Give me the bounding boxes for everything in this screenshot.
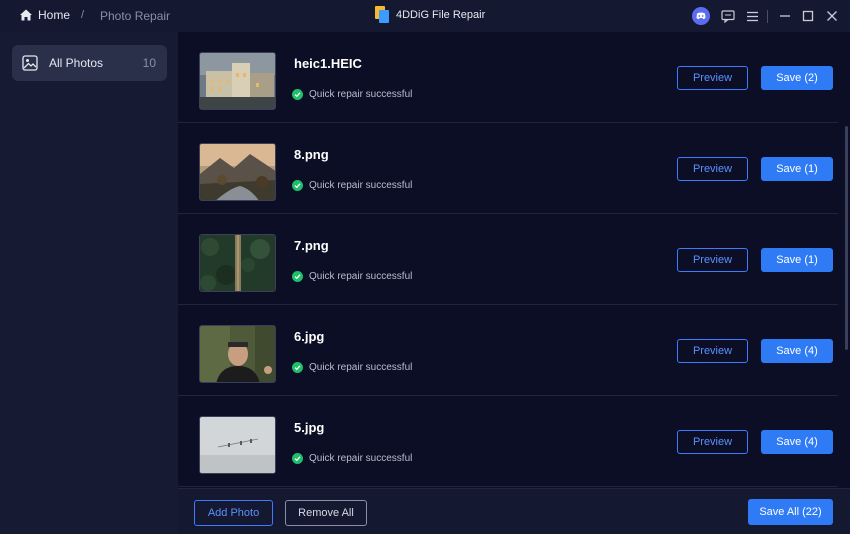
check-circle-icon (292, 271, 303, 282)
file-name: 8.png (294, 147, 329, 162)
minimize-icon[interactable] (776, 7, 794, 25)
file-name: 6.jpg (294, 329, 325, 344)
sidebar-item-count: 10 (142, 56, 156, 70)
save-button[interactable]: Save (1) (761, 248, 833, 272)
file-name: 5.jpg (294, 420, 325, 435)
preview-button[interactable]: Preview (677, 66, 748, 90)
home-icon (20, 9, 32, 21)
check-circle-icon (292, 180, 303, 191)
check-circle-icon (292, 362, 303, 373)
remove-all-button[interactable]: Remove All (285, 500, 367, 526)
repair-status-text: Quick repair successful (309, 362, 413, 373)
preview-button[interactable]: Preview (677, 157, 748, 181)
file-row: 7.png Quick repair successful Preview Sa… (178, 214, 838, 305)
save-button[interactable]: Save (1) (761, 157, 833, 181)
repair-status: Quick repair successful (292, 362, 412, 373)
repair-status: Quick repair successful (292, 89, 412, 100)
breadcrumb-home[interactable]: Home (19, 8, 70, 22)
discord-icon[interactable] (692, 7, 710, 25)
save-button[interactable]: Save (4) (761, 339, 833, 363)
file-row: 5.jpg Quick repair successful Preview Sa… (178, 396, 838, 487)
thumbnail-mountain-lake (199, 143, 276, 201)
preview-button[interactable]: Preview (677, 430, 748, 454)
repair-status-text: Quick repair successful (309, 89, 413, 100)
repair-status-text: Quick repair successful (309, 453, 413, 464)
preview-button[interactable]: Preview (677, 339, 748, 363)
repair-status-text: Quick repair successful (309, 180, 413, 191)
close-icon[interactable] (823, 7, 841, 25)
thumbnail-forest (199, 234, 276, 292)
sidebar-item-all-photos[interactable]: All Photos 10 (12, 45, 167, 81)
thumbnail-foggy-sky (199, 416, 276, 474)
app-logo-icon (375, 6, 389, 23)
sidebar-item-label: All Photos (49, 56, 104, 70)
check-circle-icon (292, 89, 303, 100)
app-title: 4DDiG File Repair (375, 6, 485, 23)
file-list: heic1.HEIC Quick repair successful Previ… (178, 32, 850, 488)
breadcrumb-current: Photo Repair (100, 9, 171, 23)
footer-toolbar: Add Photo Remove All Save All (22) (178, 488, 850, 534)
save-button[interactable]: Save (2) (761, 66, 833, 90)
repair-status: Quick repair successful (292, 453, 412, 464)
title-bar: Home / Photo Repair 4DDiG File Repair (0, 0, 850, 32)
titlebar-divider (766, 7, 768, 25)
check-circle-icon (292, 453, 303, 464)
file-row: heic1.HEIC Quick repair successful Previ… (178, 32, 838, 123)
thumbnail-building (199, 52, 276, 110)
add-photo-button[interactable]: Add Photo (194, 500, 273, 526)
menu-icon[interactable] (743, 7, 761, 25)
repair-status-text: Quick repair successful (309, 271, 413, 282)
image-icon (22, 55, 38, 71)
sidebar: All Photos 10 (0, 32, 178, 534)
repair-status: Quick repair successful (292, 180, 412, 191)
save-button[interactable]: Save (4) (761, 430, 833, 454)
file-name: 7.png (294, 238, 329, 253)
feedback-icon[interactable] (719, 7, 737, 25)
scrollbar[interactable] (845, 126, 848, 350)
breadcrumb-separator: / (81, 9, 85, 21)
file-name: heic1.HEIC (294, 56, 362, 71)
repair-status: Quick repair successful (292, 271, 412, 282)
thumbnail-portrait (199, 325, 276, 383)
file-row: 6.jpg Quick repair successful Preview Sa… (178, 305, 838, 396)
preview-button[interactable]: Preview (677, 248, 748, 272)
file-row: 8.png Quick repair successful Preview Sa… (178, 123, 838, 214)
maximize-icon[interactable] (799, 7, 817, 25)
save-all-button[interactable]: Save All (22) (748, 499, 833, 525)
app-title-label: 4DDiG File Repair (396, 8, 486, 21)
breadcrumb-home-label: Home (38, 8, 71, 22)
